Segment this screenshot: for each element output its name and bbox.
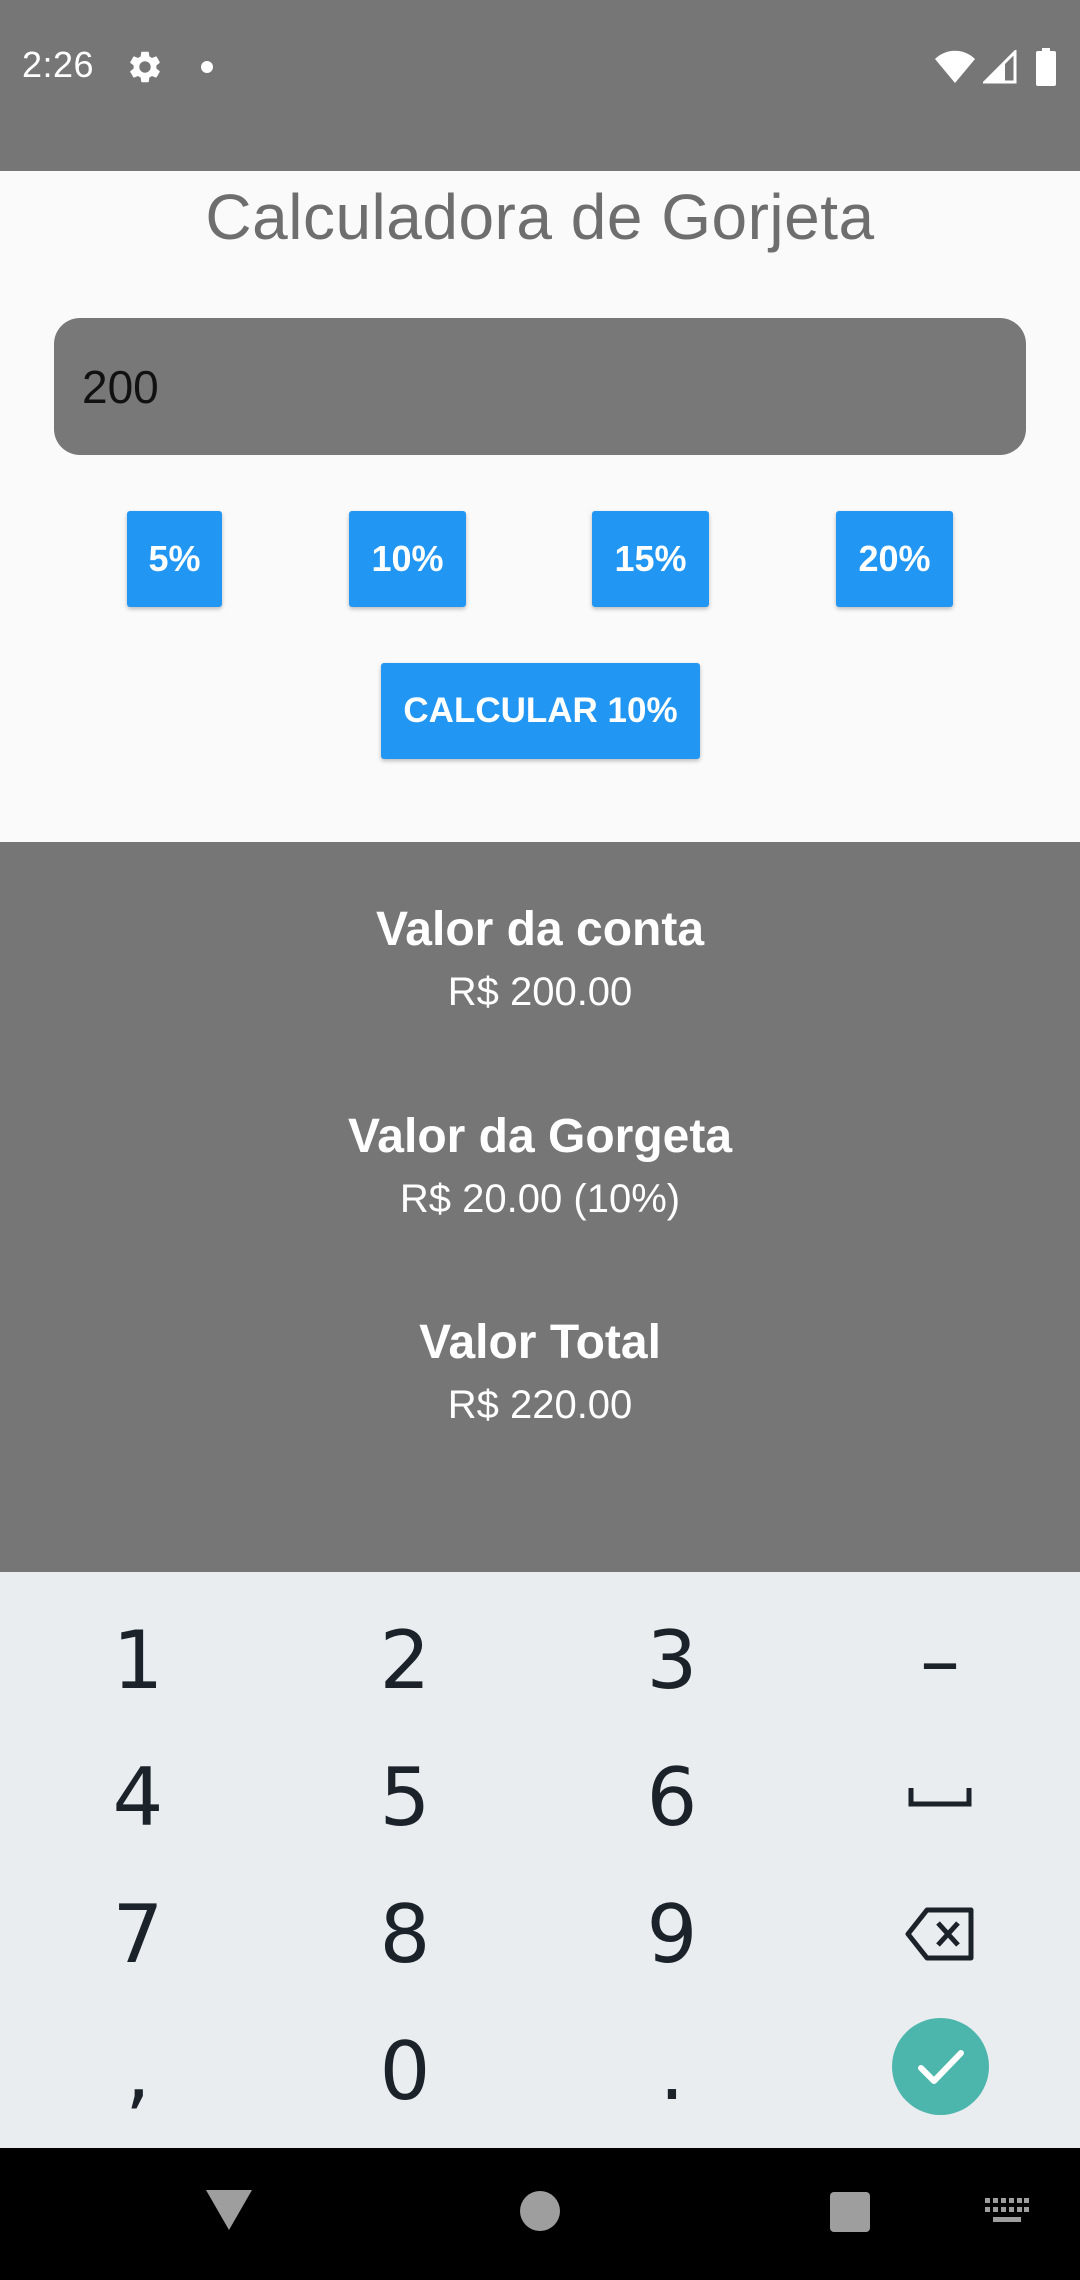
bill-amount-input[interactable]: [54, 318, 1026, 455]
navigation-bar: [0, 2148, 1080, 2280]
key-5[interactable]: 5: [270, 1729, 540, 1865]
percent-15-button[interactable]: 15%: [592, 511, 709, 607]
key-8[interactable]: 8: [270, 1866, 540, 2002]
home-icon[interactable]: [520, 2191, 560, 2231]
back-icon[interactable]: [204, 2188, 254, 2232]
status-time: 2:26: [22, 44, 95, 85]
key-3[interactable]: 3: [537, 1592, 807, 1728]
key-space[interactable]: [805, 1729, 1075, 1865]
key-backspace[interactable]: [805, 1866, 1075, 2002]
percent-10-button[interactable]: 10%: [349, 511, 466, 607]
results-panel: Valor da conta R$ 200.00 Valor da Gorget…: [0, 842, 1080, 1572]
key-7[interactable]: 7: [3, 1866, 273, 2002]
wifi-icon: [935, 50, 975, 83]
notification-dot-icon: [201, 61, 213, 73]
key-0[interactable]: 0: [270, 2003, 540, 2139]
tip-calculator-screen: 2:26 Calculadora de Gorjeta 5% 10% 15% 2…: [0, 0, 1080, 2280]
key-9[interactable]: 9: [537, 1866, 807, 2002]
key-minus[interactable]: –: [805, 1592, 1075, 1728]
total-value: R$ 220.00: [447, 1383, 633, 1427]
key-6[interactable]: 6: [537, 1729, 807, 1865]
backspace-icon: [905, 1907, 974, 1961]
battery-icon: [1036, 48, 1056, 86]
tip-label: Valor da Gorgeta: [347, 1110, 733, 1163]
bill-label: Valor da conta: [375, 903, 705, 956]
numeric-keyboard: 1 2 3 – 4 5 6 7 8 9 , 0 .: [0, 1572, 1080, 2148]
percent-5-button[interactable]: 5%: [127, 511, 222, 607]
key-period[interactable]: .: [537, 2003, 807, 2139]
total-label: Valor Total: [419, 1316, 661, 1369]
page-title: Calculadora de Gorjeta: [205, 181, 875, 253]
key-1[interactable]: 1: [3, 1592, 273, 1728]
keyboard-switch-icon[interactable]: [985, 2198, 1029, 2226]
tip-value: R$ 20.00 (10%): [399, 1177, 681, 1221]
key-4[interactable]: 4: [3, 1729, 273, 1865]
bill-value: R$ 200.00: [447, 970, 633, 1014]
check-icon: [917, 2049, 964, 2084]
key-2[interactable]: 2: [270, 1592, 540, 1728]
percent-20-button[interactable]: 20%: [836, 511, 953, 607]
status-bar: 2:26: [0, 0, 1080, 171]
space-icon: [908, 1788, 972, 1807]
done-key[interactable]: [892, 2018, 989, 2115]
signal-icon: [983, 50, 1017, 84]
gear-icon: [130, 51, 160, 83]
calculate-button[interactable]: CALCULAR 10%: [381, 663, 700, 759]
key-comma[interactable]: ,: [3, 2003, 273, 2139]
recents-icon[interactable]: [830, 2192, 870, 2232]
